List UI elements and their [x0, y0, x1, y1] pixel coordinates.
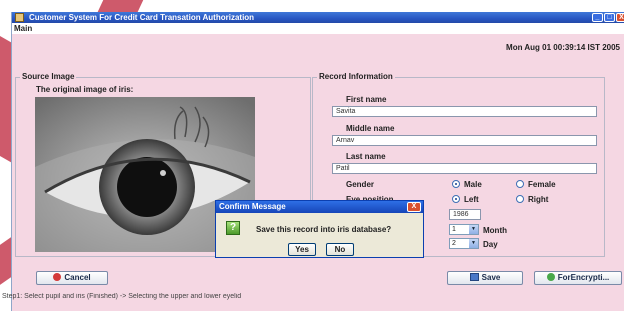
gender-male-label: Male	[464, 180, 482, 189]
app-icon	[15, 13, 24, 22]
chevron-down-icon[interactable]: ▼	[469, 239, 478, 248]
forencrypt-button-label: ForEncrypti...	[557, 273, 610, 282]
window-title: Customer System For Credit Card Transati…	[29, 13, 255, 22]
eye-left-label: Left	[464, 195, 479, 204]
no-button[interactable]: No	[326, 243, 354, 256]
forencrypt-button[interactable]: ForEncrypti...	[534, 271, 622, 285]
day-select-value: 2	[452, 240, 456, 247]
last-name-field[interactable]: Patil	[332, 163, 597, 174]
first-name-field[interactable]: Savita	[332, 106, 597, 117]
month-select-value: 1	[452, 226, 456, 233]
header-datetime: Mon Aug 01 00:39:14 IST 2005	[506, 43, 620, 52]
maximize-button[interactable]: □	[604, 13, 615, 22]
dialog-title-bar[interactable]: Confirm Message X	[216, 201, 423, 213]
encrypt-icon	[546, 273, 555, 281]
middle-name-field[interactable]: Arnav	[332, 135, 597, 146]
eye-left-radio[interactable]	[452, 195, 460, 203]
save-button-label: Save	[481, 273, 501, 282]
middle-name-label: Middle name	[346, 124, 395, 133]
cancel-button[interactable]: Cancel	[36, 271, 108, 285]
birth-year-field[interactable]: 1986	[449, 209, 481, 220]
last-name-label: Last name	[346, 152, 386, 161]
eye-right-radio[interactable]	[516, 195, 524, 203]
chevron-down-icon[interactable]: ▼	[469, 225, 478, 234]
title-bar[interactable]: Customer System For Credit Card Transati…	[12, 12, 624, 23]
question-icon: ?	[226, 221, 240, 235]
menu-bar: Main	[12, 23, 624, 34]
day-label: Day	[483, 240, 498, 249]
month-label: Month	[483, 226, 507, 235]
cancel-button-label: Cancel	[64, 273, 91, 282]
cancel-icon	[53, 273, 62, 281]
dialog-message: Save this record into iris database?	[256, 225, 392, 234]
status-text: Step1: Select pupil and iris (Finished) …	[2, 293, 242, 300]
month-select[interactable]: 1 ▼	[449, 224, 479, 235]
gender-male-radio[interactable]	[452, 180, 460, 188]
menu-main[interactable]: Main	[14, 24, 32, 33]
first-name-label: First name	[346, 95, 387, 104]
minimize-button[interactable]: _	[592, 13, 603, 22]
close-window-button[interactable]: X	[616, 13, 624, 22]
confirm-dialog: Confirm Message X ? Save this record int…	[215, 200, 424, 258]
dialog-title: Confirm Message	[219, 202, 286, 211]
record-info-group-title: Record Information	[317, 72, 395, 81]
save-button[interactable]: Save	[447, 271, 523, 285]
iris-caption: The original image of iris:	[36, 85, 134, 94]
eye-right-label: Right	[528, 195, 549, 204]
gender-female-radio[interactable]	[516, 180, 524, 188]
gender-female-label: Female	[528, 180, 556, 189]
dialog-close-button[interactable]: X	[407, 202, 421, 212]
save-icon	[469, 273, 479, 281]
day-select[interactable]: 2 ▼	[449, 238, 479, 249]
gender-label: Gender	[346, 180, 375, 189]
source-image-group-title: Source Image	[20, 72, 77, 81]
yes-button[interactable]: Yes	[288, 243, 316, 256]
